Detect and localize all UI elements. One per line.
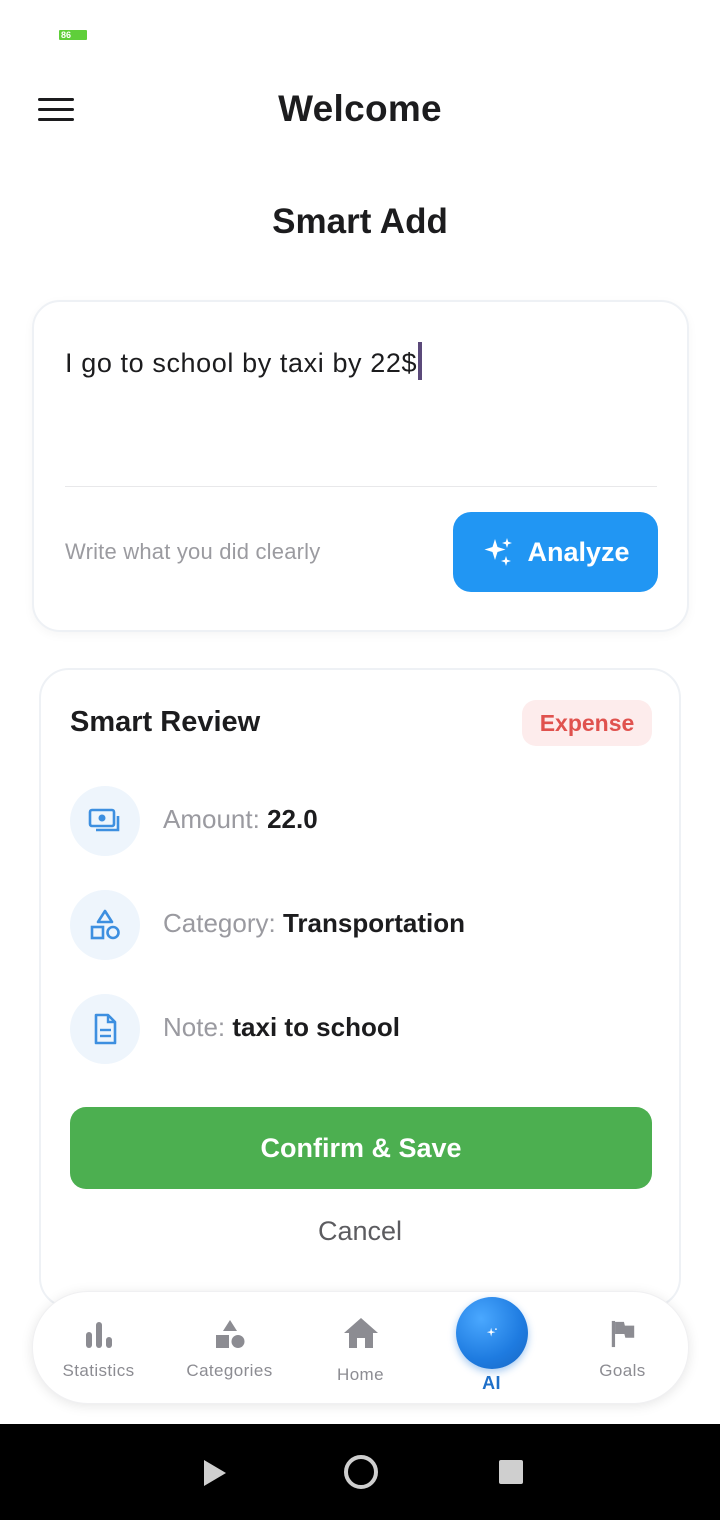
analyze-button[interactable]: Analyze xyxy=(453,512,658,592)
smart-add-text-input[interactable]: I go to school by taxi by 22$ xyxy=(65,342,655,452)
category-value: Transportation xyxy=(282,908,465,938)
sparkles-icon xyxy=(484,538,513,566)
bar-chart-icon xyxy=(85,1322,112,1348)
battery-indicator: 86 xyxy=(59,30,87,40)
nav-item-home[interactable]: Home xyxy=(295,1292,426,1405)
shapes-icon xyxy=(70,890,140,960)
home-icon xyxy=(343,1318,378,1348)
bottom-nav: Statistics Categories Home AI Goals xyxy=(32,1291,689,1404)
review-row-note: Note: taxi to school xyxy=(70,994,650,1064)
review-row-amount: Amount: 22.0 xyxy=(70,786,650,856)
status-bar: 86 xyxy=(0,0,720,60)
cancel-button[interactable]: Cancel xyxy=(41,1216,679,1247)
system-recents-icon[interactable] xyxy=(499,1460,523,1484)
text-caret xyxy=(418,342,423,380)
shapes-icon xyxy=(215,1320,244,1348)
review-title: Smart Review xyxy=(70,706,261,738)
ai-button-circle xyxy=(455,1297,528,1369)
note-value: taxi to school xyxy=(232,1012,400,1042)
system-home-icon[interactable] xyxy=(344,1455,378,1489)
confirm-save-button[interactable]: Confirm & Save xyxy=(70,1107,652,1189)
nav-item-categories[interactable]: Categories xyxy=(164,1292,295,1405)
amount-label: Amount: xyxy=(163,804,260,834)
money-icon xyxy=(70,786,140,856)
smart-add-input-card: I go to school by taxi by 22$ Write what… xyxy=(32,300,689,632)
nav-item-goals[interactable]: Goals xyxy=(557,1292,688,1405)
nav-item-statistics[interactable]: Statistics xyxy=(33,1292,164,1405)
app-bar: Welcome xyxy=(0,70,720,150)
review-row-category: Category: Transportation xyxy=(70,890,650,960)
flag-icon xyxy=(611,1320,634,1348)
system-navigation-bar xyxy=(0,1424,720,1520)
input-value: I go to school by taxi by 22$ xyxy=(65,348,418,378)
smart-review-card: Smart Review Expense Amount: 22.0 Catego… xyxy=(39,668,681,1308)
app-title: Welcome xyxy=(278,88,442,129)
page-title: Smart Add xyxy=(272,202,448,241)
analyze-label: Analyze xyxy=(527,536,630,567)
nav-item-ai[interactable]: AI xyxy=(426,1292,557,1405)
document-icon xyxy=(70,994,140,1064)
nav-label-home: Home xyxy=(337,1365,384,1384)
amount-value: 22.0 xyxy=(267,804,318,834)
system-back-icon[interactable] xyxy=(204,1460,226,1486)
sparkles-icon xyxy=(486,1327,497,1337)
category-label: Category: xyxy=(163,908,276,938)
nav-label-statistics: Statistics xyxy=(62,1361,135,1380)
expense-badge[interactable]: Expense xyxy=(522,700,652,746)
input-hint: Write what you did clearly xyxy=(65,539,321,564)
note-label: Note: xyxy=(163,1012,226,1042)
nav-label-categories: Categories xyxy=(186,1361,273,1380)
nav-label-goals: Goals xyxy=(599,1361,646,1380)
input-divider xyxy=(65,486,657,487)
screen: 86 Welcome Smart Add I go to school by t… xyxy=(0,0,720,1520)
nav-label-ai: AI xyxy=(482,1373,501,1393)
